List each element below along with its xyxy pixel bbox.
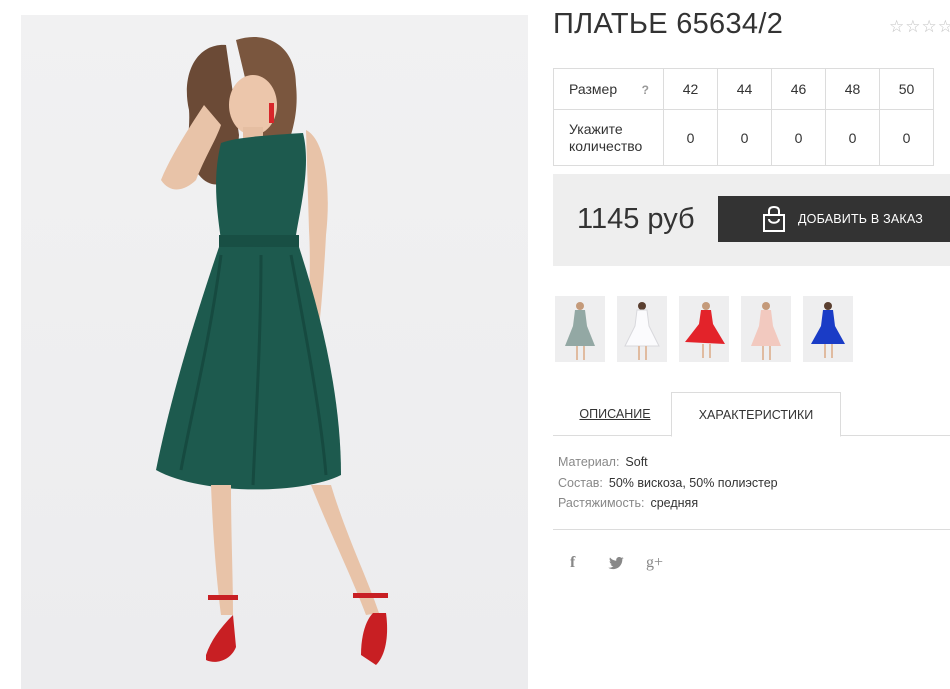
google-plus-icon[interactable]: g+ bbox=[646, 553, 684, 573]
product-main-image[interactable] bbox=[21, 15, 528, 689]
quantity-input-50[interactable]: 0 bbox=[879, 109, 934, 166]
quantity-label: Укажите количество bbox=[553, 109, 664, 166]
divider bbox=[553, 529, 950, 530]
size-42: 42 bbox=[663, 68, 718, 110]
quantity-input-46[interactable]: 0 bbox=[771, 109, 826, 166]
composition-key: Состав: bbox=[558, 475, 603, 490]
size-44: 44 bbox=[717, 68, 772, 110]
product-title: ПЛАТЬЕ 65634/2 bbox=[553, 8, 784, 40]
thumbnail-red-dress[interactable] bbox=[679, 296, 729, 362]
characteristic-row-composition: Состав: 50% вискоза, 50% полиэстер bbox=[558, 476, 778, 497]
thumbnail-white-dress[interactable] bbox=[617, 296, 667, 362]
tab-characteristics[interactable]: ХАРАКТЕРИСТИКИ bbox=[671, 392, 841, 437]
thumbnail-blue-dress[interactable] bbox=[803, 296, 853, 362]
google-plus-glyph: g+ bbox=[646, 554, 664, 571]
facebook-icon[interactable]: f bbox=[570, 553, 608, 573]
help-icon[interactable]: ? bbox=[642, 82, 649, 99]
shopping-bag-icon bbox=[760, 205, 788, 233]
add-to-order-button[interactable]: ДОБАВИТЬ В ЗАКАЗ bbox=[718, 196, 950, 242]
characteristics-list: Материал: Soft Состав: 50% вискоза, 50% по… bbox=[558, 455, 778, 517]
product-price: 1145 руб bbox=[577, 203, 695, 235]
size-label-cell: Размер ? bbox=[553, 68, 664, 110]
thumbnail-grey-dress[interactable] bbox=[555, 296, 605, 362]
stretch-value: средняя bbox=[650, 496, 699, 510]
characteristic-row-stretch: Растяжимость: средняя bbox=[558, 496, 778, 517]
size-50: 50 bbox=[879, 68, 934, 110]
composition-value: 50% вискоза, 50% полиэстер bbox=[608, 475, 778, 490]
twitter-icon[interactable] bbox=[608, 553, 646, 573]
product-tabs: ОПИСАНИЕ ХАРАКТЕРИСТИКИ bbox=[553, 392, 950, 437]
thumbnail-pink-dress[interactable] bbox=[741, 296, 791, 362]
social-share: f g+ bbox=[570, 553, 684, 573]
quantity-input-44[interactable]: 0 bbox=[717, 109, 772, 166]
stretch-key: Растяжимость: bbox=[558, 496, 645, 510]
quantity-input-42[interactable]: 0 bbox=[663, 109, 718, 166]
size-table: Размер ? 42 44 46 48 50 Укажите количест… bbox=[553, 68, 934, 166]
add-to-order-label: ДОБАВИТЬ В ЗАКАЗ bbox=[798, 212, 924, 226]
tab-description[interactable]: ОПИСАНИЕ bbox=[565, 392, 665, 436]
material-value: Soft bbox=[625, 455, 648, 469]
characteristic-row-material: Материал: Soft bbox=[558, 455, 778, 476]
color-thumbnails bbox=[555, 296, 853, 362]
size-46: 46 bbox=[771, 68, 826, 110]
quantity-input-48[interactable]: 0 bbox=[825, 109, 880, 166]
material-key: Материал: bbox=[558, 455, 620, 469]
size-label: Размер bbox=[569, 80, 618, 97]
facebook-glyph: f bbox=[570, 554, 576, 571]
rating-stars-icon[interactable]: ☆☆☆☆☆ bbox=[889, 17, 950, 37]
size-48: 48 bbox=[825, 68, 880, 110]
price-box: 1145 руб ДОБАВИТЬ В ЗАКАЗ bbox=[553, 174, 950, 266]
